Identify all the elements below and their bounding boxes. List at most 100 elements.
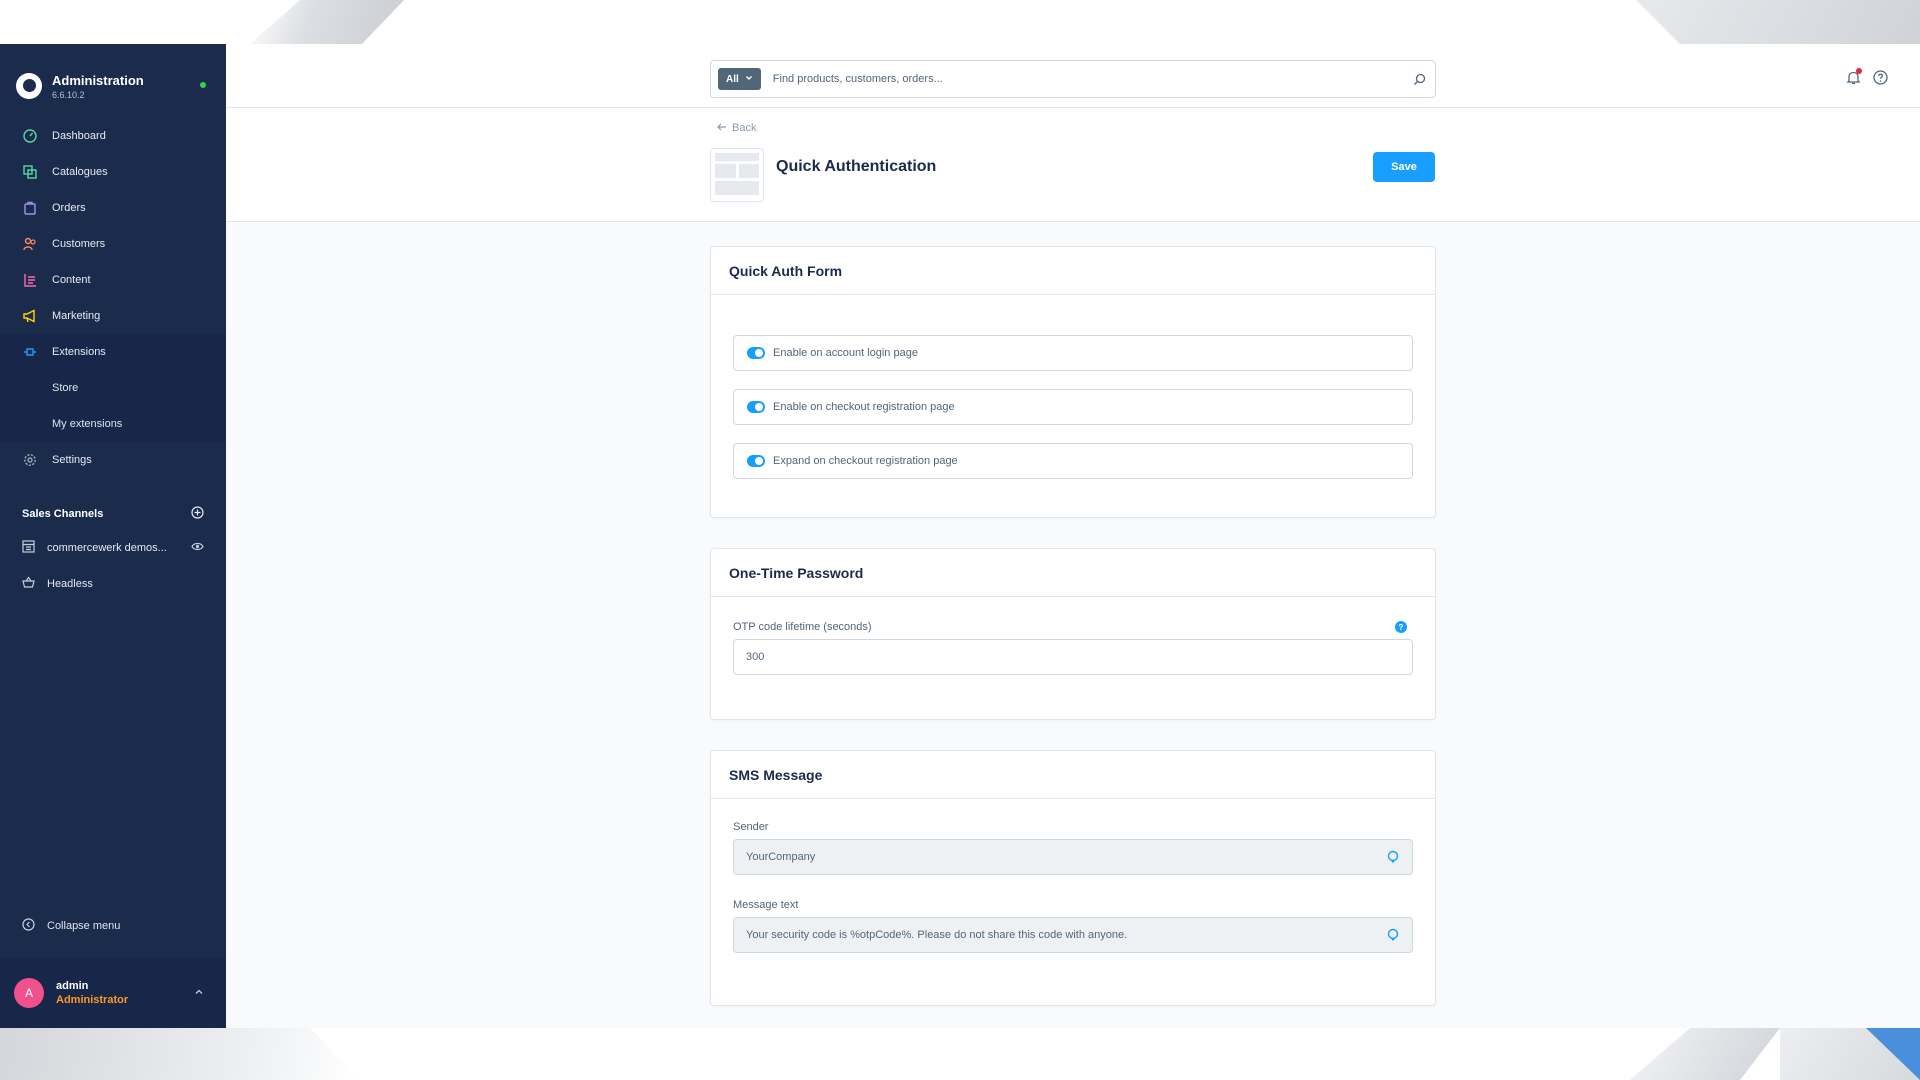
chevron-up-icon[interactable]: [194, 987, 204, 1000]
sidebar-header: Administration 6.6.10.2: [0, 60, 226, 112]
sales-channel-label: Headless: [47, 578, 93, 590]
content-icon: [22, 272, 38, 288]
message-text-input[interactable]: Your security code is %otpCode%. Please …: [733, 917, 1413, 953]
backdrop-strip: [0, 1028, 1920, 1080]
main-content: All Back: [226, 44, 1920, 1028]
translation-globe-icon[interactable]: [1386, 928, 1400, 945]
global-search: All: [710, 60, 1436, 98]
search-input[interactable]: [760, 73, 1403, 85]
dashboard-icon: [22, 128, 38, 144]
sales-channels-title: Sales Channels: [22, 508, 104, 520]
sidebar-item-content[interactable]: Content: [0, 262, 226, 298]
sidebar-item-settings[interactable]: Settings: [0, 442, 226, 478]
collapse-icon: [22, 918, 35, 934]
switch-label: Enable on checkout registration page: [773, 401, 955, 413]
arrow-left-icon: [717, 122, 727, 134]
backdrop-accent: [1866, 1028, 1920, 1080]
sender-input[interactable]: YourCompany: [733, 839, 1413, 875]
avatar: A: [14, 978, 44, 1008]
search-type-label: All: [726, 73, 739, 85]
toggle-switch[interactable]: [747, 401, 765, 413]
page-header: Back Quick Authentication Save: [226, 108, 1920, 222]
sidebar-item-label: Settings: [52, 454, 92, 466]
extension-thumbnail: [710, 148, 764, 202]
backdrop-shape: [1630, 1028, 1780, 1080]
sidebar-item-label: Orders: [52, 202, 86, 214]
quick-auth-form-card: Quick Auth Form Enable on account login …: [710, 246, 1436, 518]
sender-label: Sender: [733, 821, 769, 833]
shopware-logo: [16, 73, 42, 99]
sidebar-item-catalogues[interactable]: Catalogues: [0, 154, 226, 190]
back-label: Back: [732, 122, 757, 134]
card-title: One-Time Password: [711, 549, 1435, 597]
basket-icon: [22, 576, 35, 592]
card-title: SMS Message: [711, 751, 1435, 799]
online-status-dot: [200, 82, 206, 88]
switch-expand-checkout[interactable]: Expand on checkout registration page: [733, 443, 1413, 479]
sms-message-card: SMS Message Sender YourCompany Message t…: [710, 750, 1436, 1006]
save-button[interactable]: Save: [1373, 152, 1435, 182]
collapse-menu-label: Collapse menu: [47, 920, 121, 932]
sidebar-item-orders[interactable]: Orders: [0, 190, 226, 226]
sidebar-item-label: Extensions: [52, 346, 106, 358]
toggle-switch[interactable]: [747, 455, 765, 467]
sales-channel-item[interactable]: commercewerk demos...: [0, 530, 226, 566]
sidebar-item-label: Dashboard: [52, 130, 106, 142]
sidebar-item-label: Customers: [52, 238, 106, 250]
switch-label: Expand on checkout registration page: [773, 455, 958, 467]
user-name: admin: [56, 980, 89, 992]
sales-channel-label: commercewerk demos...: [47, 542, 167, 554]
sidebar-subitem-my-extensions[interactable]: My extensions: [0, 406, 226, 442]
sidebar-item-dashboard[interactable]: Dashboard: [0, 118, 226, 154]
toggle-switch[interactable]: [747, 347, 765, 359]
sales-channel-item[interactable]: Headless: [0, 566, 226, 602]
card-title: Quick Auth Form: [711, 247, 1435, 295]
sidebar-item-label: Catalogues: [52, 166, 108, 178]
message-text-value: Your security code is %otpCode%. Please …: [746, 929, 1128, 941]
marketing-icon: [22, 308, 38, 324]
translation-globe-icon[interactable]: [1386, 850, 1400, 867]
app-title: Administration: [52, 72, 144, 88]
chevron-down-icon: [745, 74, 753, 85]
extensions-icon: [22, 344, 38, 360]
backdrop-shape: [1780, 1028, 1920, 1080]
otp-lifetime-label: OTP code lifetime (seconds): [733, 621, 872, 633]
sales-channels-header: Sales Channels: [0, 504, 226, 524]
search-icon[interactable]: [1403, 73, 1435, 86]
backdrop-shape: [0, 1028, 360, 1080]
back-link[interactable]: Back: [717, 122, 756, 134]
top-bar-icons: [1846, 68, 1888, 90]
storefront-icon: [22, 540, 35, 556]
admin-app: Administration 6.6.10.2 Dashboard Catalo…: [0, 44, 1920, 1028]
app-version: 6.6.10.2: [52, 89, 85, 100]
extensions-submenu: Store My extensions: [0, 370, 226, 442]
help-icon[interactable]: [1873, 70, 1888, 90]
bell-icon[interactable]: [1846, 68, 1862, 90]
add-sales-channel-icon[interactable]: [191, 506, 204, 522]
sidebar-item-customers[interactable]: Customers: [0, 226, 226, 262]
orders-icon: [22, 200, 38, 216]
switch-checkout-registration[interactable]: Enable on checkout registration page: [733, 389, 1413, 425]
help-tooltip-icon[interactable]: ?: [1395, 621, 1407, 633]
switch-account-login[interactable]: Enable on account login page: [733, 335, 1413, 371]
sidebar-subitem-store[interactable]: Store: [0, 370, 226, 406]
search-type-select[interactable]: All: [718, 68, 761, 90]
backdrop-shape: [1636, 0, 1920, 44]
sidebar-item-label: Content: [52, 274, 91, 286]
eye-icon[interactable]: [191, 540, 204, 556]
sidebar-item-marketing[interactable]: Marketing: [0, 298, 226, 334]
otp-lifetime-input[interactable]: 300: [733, 639, 1413, 675]
message-text-label: Message text: [733, 899, 799, 911]
sidebar: Administration 6.6.10.2 Dashboard Catalo…: [0, 44, 226, 1028]
backdrop-shape: [250, 0, 404, 44]
customers-icon: [22, 236, 38, 252]
main-nav: Dashboard Catalogues Orders Customers Co…: [0, 118, 226, 478]
page-title: Quick Authentication: [776, 158, 937, 175]
user-role: Administrator: [56, 994, 129, 1006]
user-menu[interactable]: A admin Administrator: [0, 958, 226, 1028]
collapse-menu-button[interactable]: Collapse menu: [22, 918, 120, 934]
top-bar: All: [226, 44, 1920, 108]
catalogue-icon: [22, 164, 38, 180]
sender-value: YourCompany: [746, 851, 816, 863]
sidebar-item-extensions[interactable]: Extensions: [0, 334, 226, 370]
